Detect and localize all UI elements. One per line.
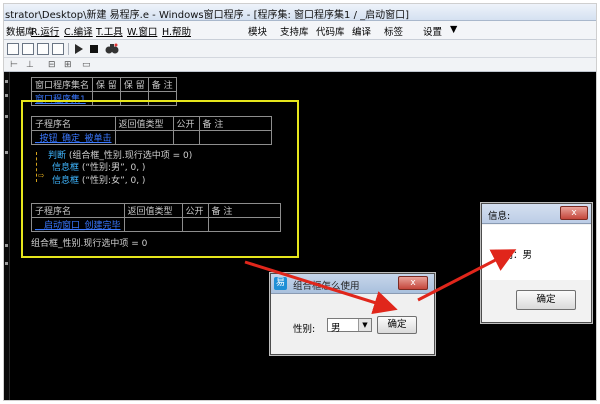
assembly-header-reserved: 保 留 — [92, 77, 121, 92]
menu-dropdown-icon[interactable]: ▼ — [450, 24, 457, 35]
toolbar-main — [4, 40, 596, 58]
menu-support-libraries[interactable]: 支持库 — [280, 24, 309, 38]
editor-gutter — [4, 72, 10, 400]
screenshot: strator\Desktop\新建 易程序.e - Windows窗口程序 -… — [3, 3, 597, 401]
code-line-msgbox-female[interactable]: 信息框 (“性别:女”, 0, ) — [52, 173, 145, 186]
menu-modules[interactable]: 模块 — [248, 24, 267, 38]
code-line-assign[interactable]: 组合框_性别.现行选中项 = 0 — [31, 236, 147, 249]
sub-header-public: 公开 — [181, 203, 209, 218]
menu-window[interactable]: W.窗口 — [127, 24, 157, 38]
assembly-header-name: 窗口程序集名 — [30, 77, 94, 92]
message-dialog-titlebar: 信息: x — [482, 204, 591, 224]
menu-compile[interactable]: C.编译 — [64, 24, 93, 38]
subroutine-table-1: 子程序名 返回值类型 公开 备 注 _按钮_确定_被单击 — [31, 116, 272, 145]
sub-header-name: 子程序名 — [31, 203, 125, 218]
menu-tools[interactable]: T.工具 — [96, 24, 123, 38]
close-icon[interactable]: x — [560, 206, 588, 220]
message-dialog: 信息: x 性别：男 确定 — [481, 203, 592, 323]
gutter-marker — [5, 80, 8, 83]
subroutine-table-2: 子程序名 返回值类型 公开 备 注 __启动窗口_创建完毕 — [31, 203, 281, 232]
assembly-header-reserved: 保 留 — [119, 77, 149, 92]
layout-2-icon[interactable] — [22, 43, 34, 55]
close-icon[interactable]: x — [398, 276, 428, 290]
sub-cell[interactable] — [172, 130, 200, 145]
code-text: (“性别:女”, 0, ) — [79, 176, 146, 186]
assembly-header-note: 备 注 — [147, 77, 177, 92]
menu-help[interactable]: H.帮助 — [162, 24, 191, 38]
subroutine-name[interactable]: _按钮_确定_被单击 — [31, 130, 116, 145]
sub-cell[interactable] — [181, 217, 209, 232]
grid-icon[interactable]: ⊟ — [48, 60, 56, 70]
sub-cell[interactable] — [123, 217, 183, 232]
window-title-bar: strator\Desktop\新建 易程序.e - Windows窗口程序 -… — [4, 4, 596, 21]
toolbar-secondary: ⊢ ⊥ ⊟ ⊞ ▭ — [4, 58, 596, 72]
app-logo-icon: 易 — [274, 277, 287, 290]
toolbar-separator — [68, 43, 69, 55]
code-keyword: 信息框 — [52, 163, 80, 173]
message-text: 性别：男 — [494, 250, 533, 261]
message-dialog-title: 信息: — [488, 211, 511, 222]
align-left-icon[interactable]: ⊢ — [10, 60, 18, 70]
gutter-marker — [5, 151, 8, 154]
sub-cell[interactable] — [207, 217, 281, 232]
sub-header-return-type: 返回值类型 — [123, 203, 183, 218]
align-center-icon[interactable]: ⊥ — [26, 60, 34, 70]
code-line-msgbox-male[interactable]: 信息框 (“性别:男”, 0, ) — [52, 160, 145, 173]
menu-bar: 数据库 R.运行 C.编译 T.工具 W.窗口 H.帮助 模块 支持库 代码库 … — [4, 21, 596, 40]
window-title: strator\Desktop\新建 易程序.e - Windows窗口程序 -… — [5, 10, 410, 21]
code-keyword: 信息框 — [52, 176, 80, 186]
sub-header-public: 公开 — [172, 116, 200, 131]
combo-value: 男 — [331, 323, 341, 334]
stop-icon[interactable] — [90, 45, 98, 53]
distribute-icon[interactable]: ⊞ — [64, 60, 72, 70]
flow-line — [36, 152, 37, 182]
gender-label: 性别: — [293, 324, 316, 335]
menu-run[interactable]: R.运行 — [31, 24, 59, 38]
menu-compile-tab[interactable]: 编译 — [352, 24, 371, 38]
sub-header-note: 备 注 — [198, 116, 272, 131]
menu-code-library[interactable]: 代码库 — [316, 24, 345, 38]
layout-1-icon[interactable] — [7, 43, 19, 55]
sub-cell[interactable] — [198, 130, 272, 145]
sub-cell[interactable] — [114, 130, 174, 145]
flow-arrow-icon: ⇨ — [38, 171, 45, 180]
gutter-marker — [5, 115, 8, 118]
gutter-marker — [5, 262, 8, 265]
app-dialog: 易 组合框怎么使用 x 性别: 男 ▼ 确定 — [270, 273, 435, 355]
gutter-marker — [5, 244, 8, 247]
sub-header-name: 子程序名 — [31, 116, 116, 131]
gutter-marker — [5, 94, 8, 97]
app-dialog-title: 组合框怎么使用 — [293, 281, 360, 292]
chevron-down-icon[interactable]: ▼ — [358, 319, 371, 331]
play-icon[interactable] — [74, 44, 84, 54]
layout-4-icon[interactable] — [52, 43, 64, 55]
app-dialog-titlebar: 易 组合框怎么使用 x — [271, 274, 434, 294]
message-ok-button[interactable]: 确定 — [516, 290, 576, 310]
sub-header-note: 备 注 — [207, 203, 281, 218]
code-text: (“性别:男”, 0, ) — [79, 163, 146, 173]
layout-3-icon[interactable] — [37, 43, 49, 55]
menu-settings[interactable]: 设置 — [423, 24, 442, 38]
sub-header-return-type: 返回值类型 — [114, 116, 174, 131]
gender-combobox[interactable]: 男 ▼ — [327, 318, 372, 334]
subroutine-name[interactable]: __启动窗口_创建完毕 — [31, 217, 125, 232]
menu-tags[interactable]: 标签 — [384, 24, 403, 38]
binoculars-icon[interactable] — [105, 43, 119, 55]
message-body: 性别：男 — [482, 225, 591, 280]
ok-button[interactable]: 确定 — [377, 316, 417, 334]
size-icon[interactable]: ▭ — [82, 60, 91, 70]
